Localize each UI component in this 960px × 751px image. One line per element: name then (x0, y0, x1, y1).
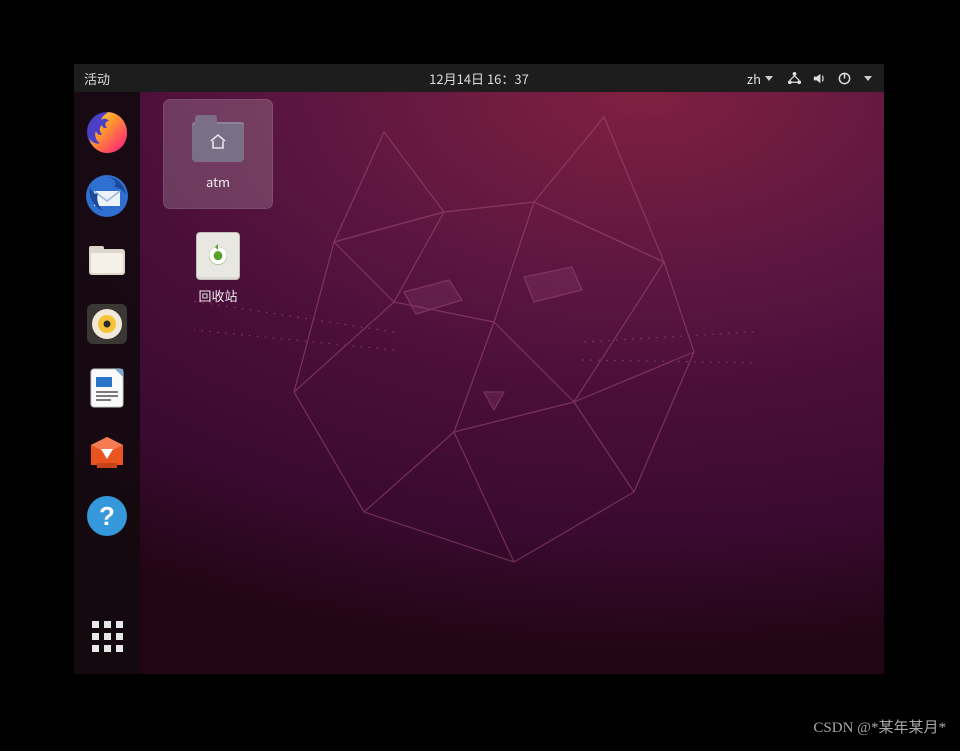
clock[interactable]: 12月14日 16：37 (429, 69, 529, 88)
thunderbird-icon (84, 173, 130, 219)
svg-text:?: ? (99, 501, 115, 531)
help-icon: ? (84, 493, 130, 539)
activities-button[interactable]: 活动 (74, 69, 120, 88)
desktop-folder-atm[interactable]: atm (164, 100, 272, 208)
desktop-icons-area: atm 回收站 (164, 100, 272, 322)
network-icon (787, 71, 802, 86)
rhythmbox-icon (84, 301, 130, 347)
dock-item-thunderbird[interactable] (81, 170, 133, 222)
desktop-icon-label: atm (206, 172, 230, 191)
watermark-text: CSDN @*某年某月* (813, 716, 946, 737)
folder-icon (190, 118, 246, 166)
dock-item-libreoffice-writer[interactable] (81, 362, 133, 414)
dock-item-help[interactable]: ? (81, 490, 133, 542)
dock-item-firefox[interactable] (81, 106, 133, 158)
dock-item-rhythmbox[interactable] (81, 298, 133, 350)
dock: ? (74, 92, 140, 674)
desktop-area[interactable]: ? atm (74, 92, 884, 674)
show-applications-button[interactable] (81, 610, 133, 662)
firefox-icon (84, 109, 130, 155)
volume-icon (812, 71, 827, 86)
dock-item-software[interactable] (81, 426, 133, 478)
virtual-machine-window: 活动 12月14日 16：37 zh (74, 64, 884, 674)
power-icon (837, 71, 852, 86)
software-icon (84, 429, 130, 475)
trash-icon (190, 232, 246, 280)
ime-label: zh (747, 69, 761, 88)
dock-item-files[interactable] (81, 234, 133, 286)
input-method-indicator[interactable]: zh (747, 69, 773, 88)
system-status-area[interactable] (787, 71, 872, 86)
desktop-trash[interactable]: 回收站 (164, 214, 272, 322)
files-icon (84, 237, 130, 283)
chevron-down-icon (765, 76, 773, 81)
gnome-top-bar: 活动 12月14日 16：37 zh (74, 64, 884, 92)
writer-icon (84, 365, 130, 411)
desktop-icon-label: 回收站 (198, 286, 237, 305)
chevron-down-icon (864, 76, 872, 81)
